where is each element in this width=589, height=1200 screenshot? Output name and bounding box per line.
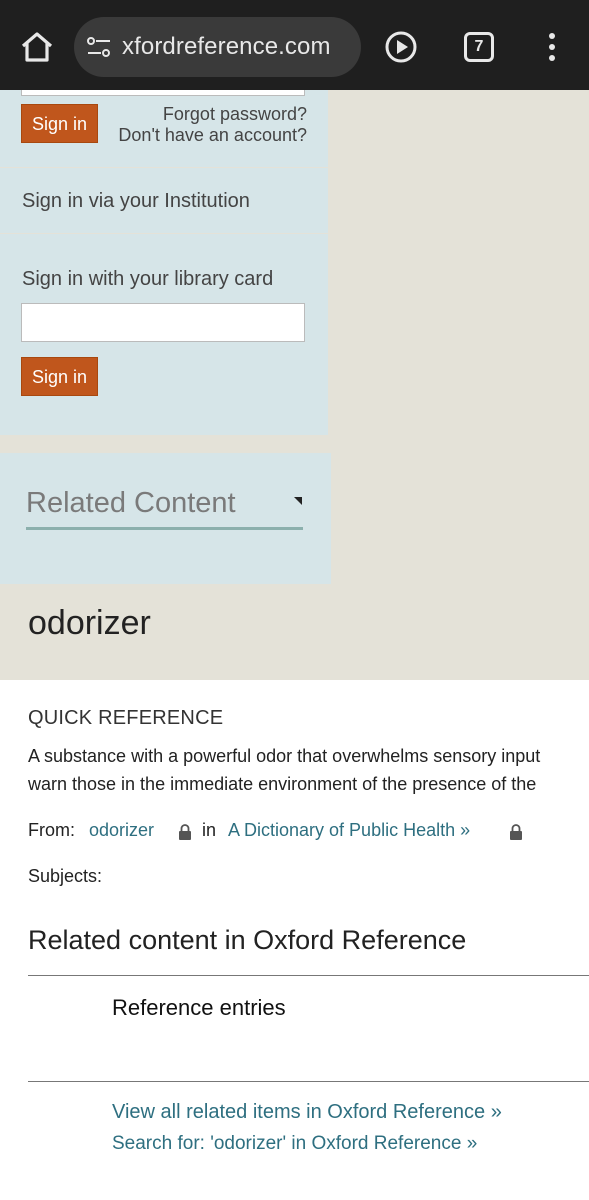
- forgot-password-link[interactable]: Forgot password?: [163, 104, 307, 125]
- related-content-underline: [26, 527, 303, 530]
- in-text: in: [202, 820, 217, 840]
- subjects-label: Subjects:: [28, 866, 103, 886]
- site-settings-icon[interactable]: [86, 34, 112, 60]
- library-sign-in-button[interactable]: Sign in: [21, 357, 98, 396]
- definition-text: warn those in the immediate environment …: [28, 774, 537, 794]
- password-field[interactable]: [21, 90, 305, 96]
- create-account-link[interactable]: Don't have an account?: [118, 125, 307, 146]
- home-icon[interactable]: [16, 26, 58, 68]
- lock-icon: [510, 824, 522, 840]
- play-icon[interactable]: [384, 30, 418, 64]
- browser-toolbar: xfordreference.com 7: [0, 0, 589, 90]
- section-heading: QUICK REFERENCE: [28, 707, 224, 729]
- from-label: From:: [28, 820, 75, 840]
- sign-in-button[interactable]: Sign in: [21, 104, 98, 143]
- page-title: odorizer: [28, 604, 151, 642]
- reference-entries-heading: Reference entries: [112, 995, 286, 1020]
- divider: [28, 975, 589, 976]
- library-card-input[interactable]: [21, 303, 305, 342]
- dictionary-link[interactable]: A Dictionary of Public Health »: [228, 820, 470, 841]
- related-content-toggle[interactable]: Related Content: [26, 487, 236, 520]
- url-text[interactable]: xfordreference.com: [122, 33, 331, 61]
- institution-signin-link[interactable]: Sign in via your Institution: [22, 190, 250, 213]
- library-card-label: Sign in with your library card: [22, 268, 274, 290]
- definition-text: A substance with a powerful odor that ov…: [28, 746, 541, 766]
- related-heading: Related content in Oxford Reference: [28, 925, 467, 955]
- view-all-related-link[interactable]: View all related items in Oxford Referen…: [112, 1101, 502, 1124]
- entry-link[interactable]: odorizer: [89, 820, 154, 841]
- tab-switcher-button[interactable]: 7: [464, 32, 494, 62]
- divider: [28, 1081, 589, 1082]
- more-menu-icon[interactable]: [540, 30, 564, 64]
- caret-down-icon[interactable]: [294, 497, 302, 505]
- address-bar[interactable]: xfordreference.com: [74, 17, 361, 77]
- lock-icon: [179, 824, 191, 840]
- search-for-link[interactable]: Search for: 'odorizer' in Oxford Referen…: [112, 1133, 477, 1155]
